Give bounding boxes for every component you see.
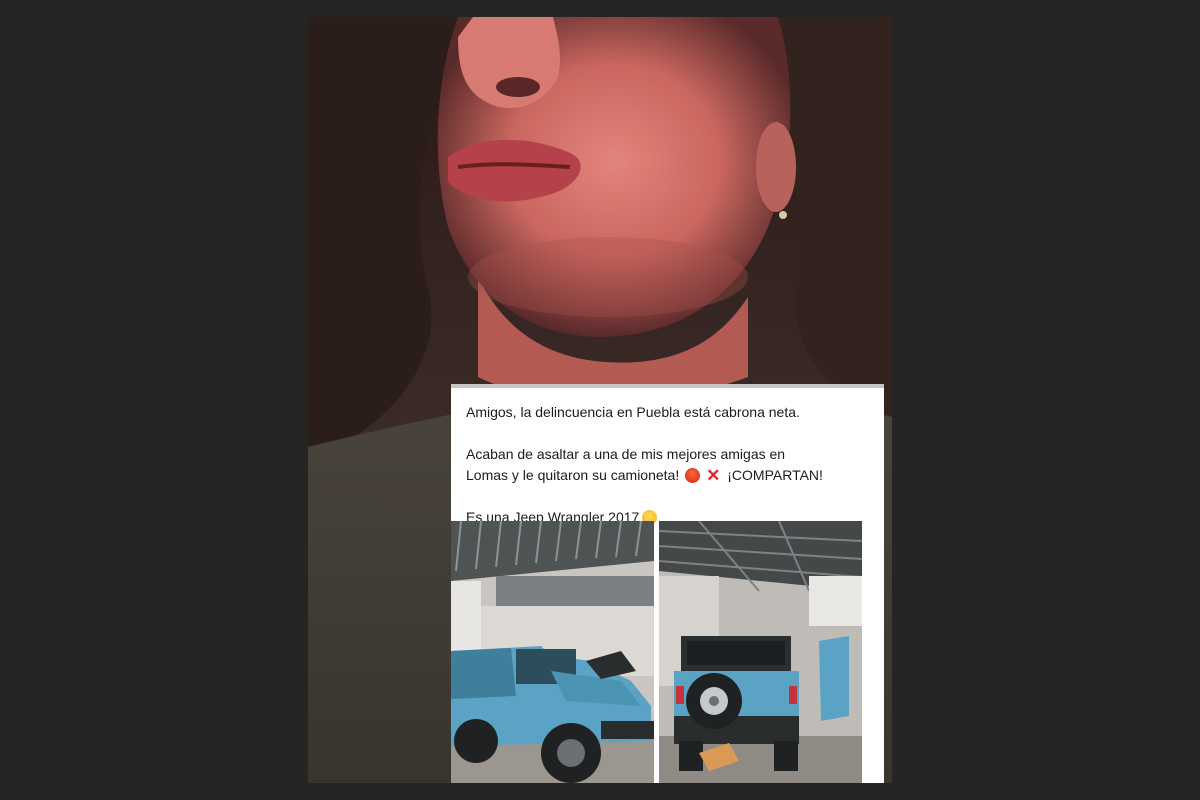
- post-paragraph-1: Amigos, la delincuencia en Puebla está c…: [466, 402, 871, 423]
- post-line-2a: Acaban de asaltar a una de mis mejores a…: [466, 446, 786, 462]
- post-line-2b: Lomas y le quitaron su camioneta!: [466, 467, 680, 483]
- post-line-2c: ¡COMPARTAN!: [727, 467, 823, 483]
- screenshot-stage: Amigos, la delincuencia en Puebla está c…: [0, 0, 1200, 800]
- jeep-front-side-photo: [451, 521, 654, 783]
- angry-face-icon: [685, 468, 701, 483]
- post-line-1: Amigos, la delincuencia en Puebla está c…: [466, 404, 800, 420]
- jeep-rear-photo: [659, 521, 862, 783]
- video-frame: Amigos, la delincuencia en Puebla está c…: [308, 17, 892, 783]
- social-post-card: Amigos, la delincuencia en Puebla está c…: [451, 384, 884, 783]
- post-paragraph-2: Acaban de asaltar a una de mis mejores a…: [466, 444, 871, 486]
- post-text: Amigos, la delincuencia en Puebla está c…: [466, 402, 871, 528]
- cross-mark-icon: ✕: [706, 466, 721, 485]
